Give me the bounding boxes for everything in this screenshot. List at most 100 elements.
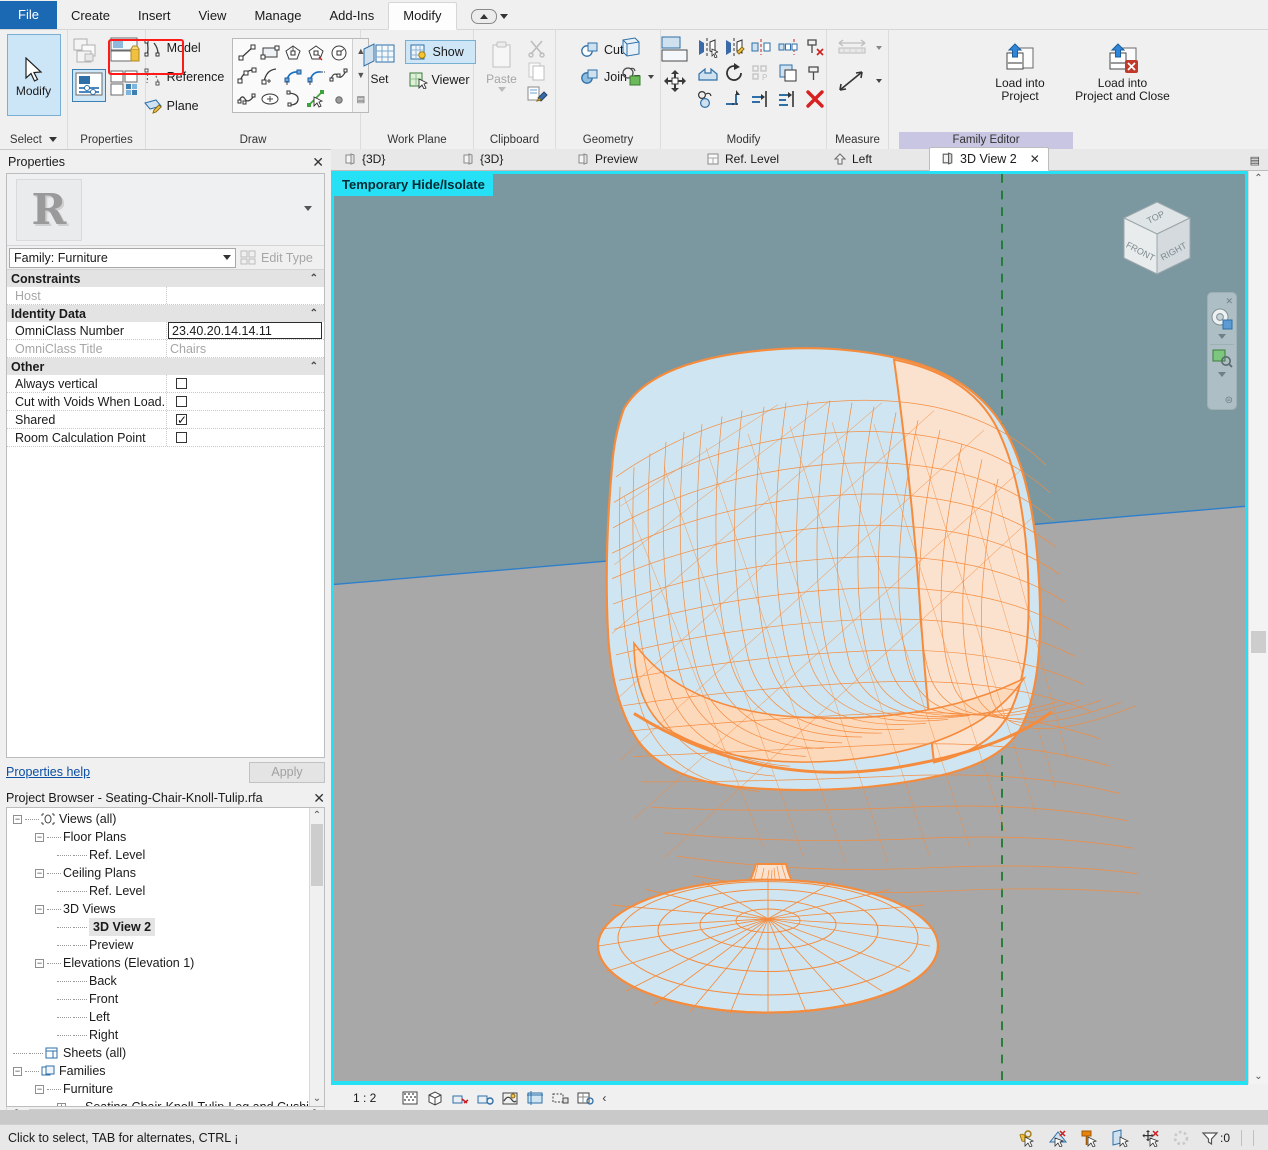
chevron-down-icon[interactable] [500, 14, 508, 19]
property-checkbox-cell[interactable] [167, 375, 324, 392]
tab-modify[interactable]: Modify [388, 2, 456, 30]
steering-wheel-icon[interactable] [1210, 307, 1234, 331]
extend-multiple-icon[interactable] [775, 86, 802, 112]
draw-circle-icon[interactable] [327, 41, 350, 64]
apply-button[interactable]: Apply [249, 762, 325, 783]
collapse-node-icon[interactable]: − [13, 1067, 22, 1076]
property-row[interactable]: Cut with Voids When Load... [7, 393, 324, 411]
collapse-chevron-icon[interactable]: ⌃ [310, 361, 318, 372]
tab-create[interactable]: Create [57, 3, 124, 29]
property-group-header[interactable]: Other⌃ [7, 358, 324, 375]
drawing-viewport[interactable]: Temporary Hide/Isolate [331, 171, 1248, 1084]
draw-pick-lines-icon[interactable] [304, 87, 327, 110]
checkbox-checked-icon[interactable] [176, 414, 187, 425]
draw-point-icon[interactable] [327, 87, 350, 110]
collapse-node-icon[interactable]: − [13, 815, 22, 824]
navbar-caret-1-icon[interactable] [1218, 334, 1226, 339]
select-face-icon[interactable] [1110, 1129, 1130, 1147]
trim-multiple-icon[interactable] [748, 86, 775, 112]
cut-clipboard-icon[interactable] [526, 38, 548, 58]
project-browser-tree[interactable]: −Views (all)−Floor PlansRef. Level−Ceili… [7, 808, 324, 1107]
collapse-chevron-icon[interactable]: ⌃ [310, 308, 318, 319]
tree-item[interactable]: −Furniture [7, 1080, 324, 1098]
project-browser-vscroll[interactable]: ⌃ ⌄ [309, 808, 324, 1106]
trim-single-icon[interactable] [721, 86, 748, 112]
property-checkbox-cell[interactable] [167, 411, 324, 428]
tree-item[interactable]: −3D Views [7, 900, 324, 918]
collapse-node-icon[interactable]: − [35, 959, 44, 968]
scroll-down-icon[interactable]: ⌄ [310, 1091, 324, 1106]
navbar-options-icon[interactable]: ⊜ [1225, 395, 1233, 406]
tree-item[interactable]: +Seating-Chair-Knoll-Tulip-Leg and Cushi… [7, 1098, 324, 1107]
view-scale[interactable]: 1 : 2 [353, 1091, 376, 1105]
tab-insert[interactable]: Insert [124, 3, 185, 29]
shadows-icon[interactable] [476, 1090, 494, 1106]
load-into-project-and-close-button[interactable]: Load into Project and Close [1060, 36, 1185, 103]
pin-icon[interactable] [802, 60, 829, 86]
draw-polygon-inscribed-icon[interactable] [281, 41, 304, 64]
navbar-caret-2-icon[interactable] [1218, 372, 1226, 377]
draw-partial-ellipse-icon[interactable] [281, 87, 304, 110]
draw-line-icon[interactable] [235, 41, 258, 64]
properties-close-icon[interactable]: ✕ [312, 155, 324, 169]
property-checkbox-cell[interactable] [167, 393, 324, 410]
select-links-icon[interactable] [1017, 1129, 1037, 1147]
draw-tangent-end-arc-icon[interactable] [281, 64, 304, 87]
collapse-node-icon[interactable]: − [35, 905, 44, 914]
measure-between-refs-icon[interactable] [836, 68, 870, 94]
view-tab-3d-1[interactable]: {3D} [331, 149, 449, 170]
property-row[interactable]: Shared [7, 411, 324, 429]
properties-help-link[interactable]: Properties help [6, 765, 90, 779]
filter-control[interactable]: :0 [1201, 1130, 1230, 1146]
collapse-node-icon[interactable]: − [35, 833, 44, 842]
collapse-node-icon[interactable]: − [35, 869, 44, 878]
view-tab-3d-2[interactable]: {3D} [449, 149, 564, 170]
vscroll-thumb[interactable] [311, 824, 323, 886]
measure2-dropdown-icon[interactable] [876, 79, 882, 83]
zoom-tool-icon[interactable] [1210, 347, 1234, 369]
property-value[interactable]: Chairs [167, 340, 324, 357]
view-control-overflow-icon[interactable]: ‹ [602, 1091, 606, 1105]
navigation-bar[interactable]: ✕ ⊜ [1207, 292, 1237, 410]
detail-level-icon[interactable] [401, 1090, 419, 1106]
delete-icon[interactable] [802, 86, 829, 112]
tree-item[interactable]: 3D View 2 [7, 918, 324, 936]
panel-select-title[interactable]: Select [4, 132, 63, 149]
viewport-scroll-down-icon[interactable]: ⌄ [1249, 1069, 1268, 1084]
draw-spline-icon[interactable] [327, 64, 350, 87]
family-type-dropdown-icon[interactable] [223, 255, 231, 260]
rotate-icon[interactable] [721, 60, 748, 86]
tab-view[interactable]: View [185, 3, 241, 29]
model-canvas[interactable] [334, 174, 1245, 1081]
select-underlay-icon[interactable] [1048, 1129, 1068, 1147]
property-group-header[interactable]: Constraints⌃ [7, 270, 324, 287]
tab-file[interactable]: File [0, 1, 57, 29]
tree-item[interactable]: −Floor Plans [7, 828, 324, 846]
paste-dropdown-icon[interactable] [498, 87, 506, 92]
split-element-icon[interactable] [694, 86, 721, 112]
edit-type-button[interactable]: Edit Type [240, 250, 322, 265]
property-value[interactable]: 23.40.20.14.14.11 [168, 322, 322, 339]
scroll-up-icon[interactable]: ⌃ [310, 808, 324, 823]
view-tab-ref-level[interactable]: Ref. Level [694, 149, 821, 170]
set-workplane-button[interactable]: Set [359, 36, 401, 86]
tree-item[interactable]: Front [7, 990, 324, 1008]
tree-item[interactable]: −Families [7, 1062, 324, 1080]
view-tab-overflow-icon[interactable]: ▤ [1250, 153, 1268, 170]
viewport-vscroll-thumb[interactable] [1251, 631, 1266, 653]
unpin-icon[interactable] [802, 34, 829, 60]
crop-view-icon[interactable] [526, 1090, 544, 1106]
tree-item[interactable]: Ref. Level [7, 846, 324, 864]
property-value[interactable] [167, 287, 324, 304]
geometry-extra-dropdown-icon[interactable] [648, 75, 654, 79]
select-dropdown-icon[interactable] [49, 137, 57, 142]
view-cube[interactable]: TOP FRONT RIGHT [1111, 196, 1203, 288]
tab-addins[interactable]: Add-Ins [315, 3, 388, 29]
load-into-project-button[interactable]: Load into Project [982, 36, 1058, 103]
project-browser-close-icon[interactable]: ✕ [313, 791, 325, 805]
viewport-vscrollbar[interactable]: ⌃ ⌄ [1248, 171, 1268, 1084]
modify-button[interactable]: Modify [7, 34, 61, 116]
project-browser-body[interactable]: −Views (all)−Floor PlansRef. Level−Ceili… [6, 807, 325, 1107]
tree-item[interactable]: −Views (all) [7, 810, 324, 828]
demolish-icon[interactable] [619, 36, 643, 58]
